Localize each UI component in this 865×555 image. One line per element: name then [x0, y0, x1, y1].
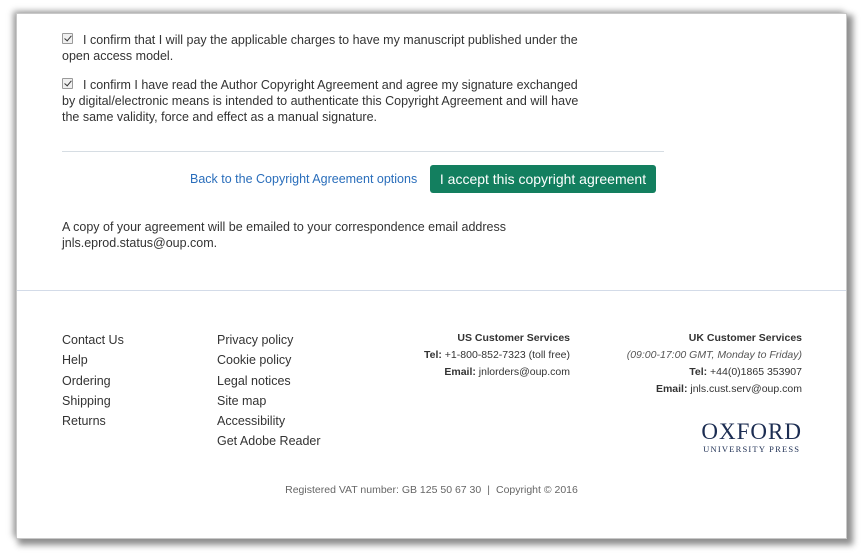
section-divider [62, 151, 664, 152]
uk-services-title: UK Customer Services [688, 332, 802, 344]
uk-tel-value: +44(0)1865 353907 [710, 366, 802, 378]
confirm-agreement-checkbox[interactable] [62, 78, 73, 89]
footer-link-ordering[interactable]: Ordering [62, 371, 124, 391]
uk-services-tel: Tel: +44(0)1865 353907 [627, 364, 802, 381]
us-services-title: US Customer Services [457, 332, 570, 344]
email-notice: A copy of your agreement will be emailed… [62, 220, 506, 250]
us-services-tel: Tel: +1-800-852-7323 (toll free) [424, 347, 570, 364]
footer-link-help[interactable]: Help [62, 350, 124, 370]
us-tel-value: +1-800-852-7323 (toll free) [444, 349, 570, 361]
footer-link-returns[interactable]: Returns [62, 411, 124, 431]
footer-link-privacy-policy[interactable]: Privacy policy [217, 330, 321, 350]
back-to-options-link[interactable]: Back to the Copyright Agreement options [190, 172, 417, 186]
uk-email-value[interactable]: jnls.cust.serv@oup.com [690, 383, 802, 395]
confirm-agreement-label: I confirm I have read the Author Copyrig… [62, 78, 579, 124]
confirm-agreement-row: I confirm I have read the Author Copyrig… [62, 77, 592, 125]
footer-link-site-map[interactable]: Site map [217, 391, 321, 411]
footer-links-col1: Contact Us Help Ordering Shipping Return… [62, 330, 124, 431]
us-email-value[interactable]: jnlorders@oup.com [479, 366, 570, 378]
us-tel-label: Tel: [423, 349, 442, 361]
logo-university-press: UNIVERSITY PRESS [703, 444, 801, 454]
us-email-label: Email: [444, 366, 476, 378]
footer-link-cookie-policy[interactable]: Cookie policy [217, 350, 321, 370]
footer-divider [17, 290, 846, 291]
page-frame: I confirm that I will pay the applicable… [17, 14, 846, 538]
us-customer-services: US Customer Services Tel: +1-800-852-732… [424, 330, 570, 381]
footer-link-shipping[interactable]: Shipping [62, 391, 124, 411]
uk-services-hours: (09:00-17:00 GMT, Monday to Friday) [626, 349, 802, 361]
accept-agreement-button[interactable]: I accept this copyright agreement [430, 165, 656, 193]
footer-link-legal-notices[interactable]: Legal notices [217, 371, 321, 391]
vat-number: Registered VAT number: GB 125 50 67 30 [285, 484, 482, 496]
uk-email-label: Email: [655, 383, 688, 395]
uk-tel-label: Tel: [689, 366, 708, 378]
copyright: Copyright © 2016 [495, 484, 578, 496]
footer-links-col2: Privacy policy Cookie policy Legal notic… [217, 330, 321, 452]
footer-link-contact-us[interactable]: Contact Us [62, 330, 124, 350]
confirm-charges-checkbox[interactable] [62, 33, 73, 44]
confirm-charges-row: I confirm that I will pay the applicable… [62, 32, 592, 64]
uk-customer-services: UK Customer Services (09:00-17:00 GMT, M… [627, 330, 802, 398]
confirm-charges-label: I confirm that I will pay the applicable… [62, 33, 578, 63]
logo-oxford: OXFORD [701, 419, 802, 444]
legal-line: Registered VAT number: GB 125 50 67 30 | C… [17, 484, 846, 496]
us-services-email: Email: jnlorders@oup.com [424, 364, 570, 381]
footer-link-adobe-reader[interactable]: Get Adobe Reader [217, 431, 321, 451]
uk-services-email: Email: jnls.cust.serv@oup.com [627, 381, 802, 398]
legal-separator: | [487, 484, 490, 496]
oup-logo[interactable]: OXFORD UNIVERSITY PRESS [701, 419, 802, 455]
footer-link-accessibility[interactable]: Accessibility [217, 411, 321, 431]
page-content: I confirm that I will pay the applicable… [17, 14, 846, 538]
